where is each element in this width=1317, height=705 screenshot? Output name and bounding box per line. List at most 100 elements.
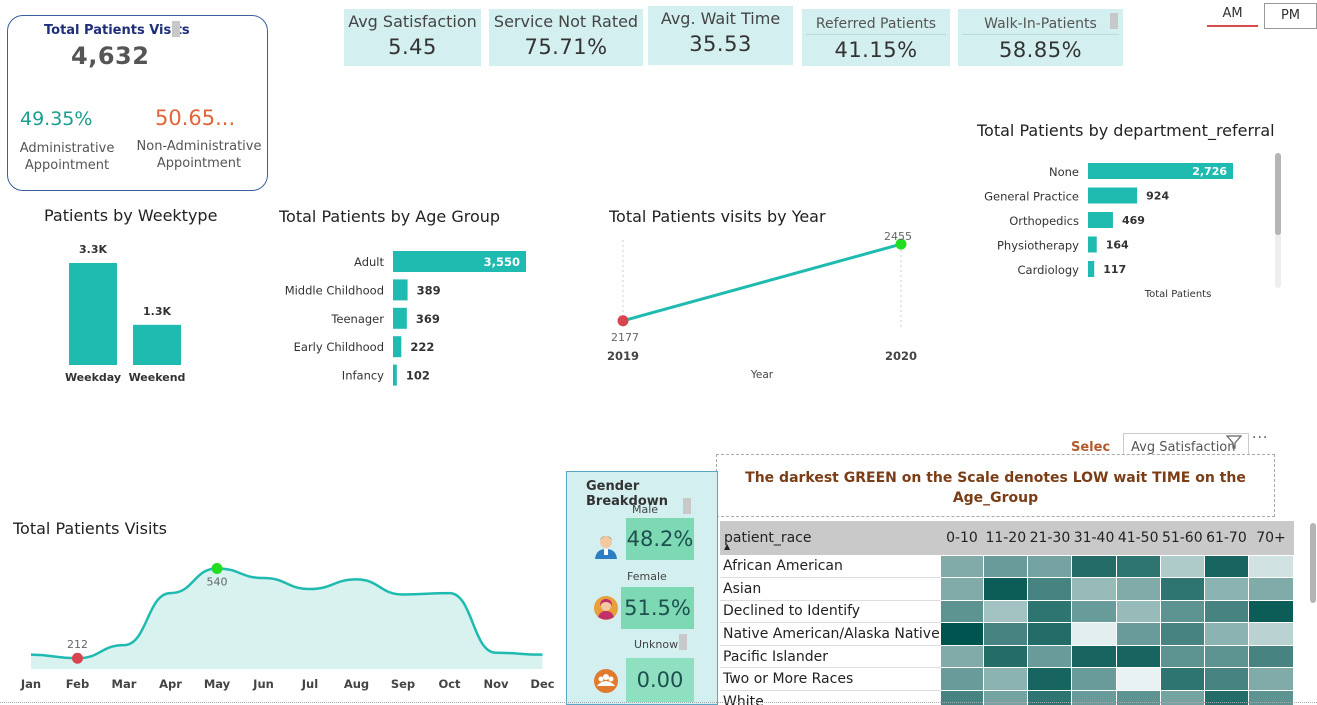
- matrix-cell[interactable]: [1159, 577, 1205, 601]
- matrix-column-header[interactable]: 31-40: [1071, 521, 1117, 555]
- matrix-column-header[interactable]: 21-30: [1027, 521, 1072, 555]
- matrix-cell[interactable]: [1203, 577, 1249, 601]
- kpi-title: Avg. Wait Time: [660, 9, 781, 28]
- kpi-value: 58.85%: [998, 38, 1083, 62]
- matrix-cell[interactable]: [939, 622, 985, 646]
- matrix-cell[interactable]: [1203, 622, 1249, 646]
- matrix-cell[interactable]: [1247, 622, 1294, 646]
- sort-ascending-icon[interactable]: ▲: [724, 542, 730, 551]
- matrix-cell[interactable]: [1203, 644, 1249, 669]
- matrix-cell[interactable]: [1027, 577, 1073, 601]
- matrix-cell[interactable]: [939, 577, 985, 601]
- department-bar: [1088, 236, 1097, 253]
- matrix-column-header[interactable]: 70+: [1248, 521, 1294, 555]
- year-tick-label: 2019: [607, 349, 639, 363]
- weektype-category-label: Weekend: [129, 371, 186, 384]
- monthly-tick-label: Nov: [483, 677, 509, 691]
- male-label: Male: [632, 503, 659, 516]
- matrix-cell[interactable]: [939, 599, 985, 624]
- matrix-cell[interactable]: [983, 554, 1029, 579]
- matrix-cell[interactable]: [1159, 667, 1205, 692]
- matrix-cell[interactable]: [1203, 554, 1249, 579]
- matrix-column-header[interactable]: 11-20: [983, 521, 1028, 555]
- matrix-cell[interactable]: [1159, 554, 1205, 579]
- matrix-cell[interactable]: [939, 554, 985, 579]
- matrix-cell[interactable]: [1159, 644, 1205, 669]
- matrix-cell[interactable]: [1247, 667, 1294, 692]
- matrix-row[interactable]: Declined to Identify: [720, 599, 1294, 624]
- kpi-title: Avg Satisfaction: [348, 12, 477, 31]
- matrix-cell[interactable]: [983, 667, 1029, 692]
- matrix-cell[interactable]: [1247, 644, 1294, 669]
- matrix-row[interactable]: Asian: [720, 577, 1294, 601]
- matrix-cell[interactable]: [1159, 622, 1205, 646]
- matrix-cell[interactable]: [1115, 622, 1161, 646]
- matrix-cell[interactable]: [1071, 599, 1117, 624]
- matrix-cell[interactable]: [1027, 599, 1073, 624]
- matrix-cell[interactable]: [983, 599, 1029, 624]
- matrix-row-header[interactable]: patient_race ▲: [720, 521, 941, 555]
- matrix-row[interactable]: Pacific Islander: [720, 644, 1294, 669]
- matrix-cell[interactable]: [1027, 622, 1073, 646]
- matrix-cell[interactable]: [1027, 554, 1073, 579]
- matrix-cell[interactable]: [1115, 577, 1161, 601]
- matrix-cell[interactable]: [1115, 644, 1161, 669]
- kpi-walk-in-patients[interactable]: Walk-In-Patients 58.85%: [958, 9, 1123, 66]
- matrix-column-header[interactable]: 41-50: [1116, 521, 1161, 555]
- matrix-cell[interactable]: [1071, 577, 1117, 601]
- matrix-cell[interactable]: [1071, 667, 1117, 692]
- matrix-row[interactable]: African American: [720, 554, 1294, 579]
- age-group-bar: [393, 336, 402, 358]
- matrix-scrollbar[interactable]: [1310, 523, 1316, 603]
- matrix-column-header[interactable]: 0-10: [940, 521, 984, 555]
- department-bar: [1088, 187, 1138, 204]
- matrix-cell[interactable]: [1203, 599, 1249, 624]
- matrix-cell[interactable]: [939, 667, 985, 692]
- department-data-label: 164: [1106, 239, 1129, 252]
- monthly-tick-label: Mar: [112, 677, 137, 691]
- matrix-cell[interactable]: [1247, 599, 1294, 624]
- male-avatar-icon: [595, 536, 617, 559]
- monthly-tick-label: Jul: [301, 677, 318, 691]
- department-bar: [1088, 261, 1095, 277]
- year-tick-label: 2020: [885, 349, 917, 363]
- matrix-row[interactable]: Native American/Alaska Native: [720, 622, 1294, 646]
- kpi-value: 35.53: [689, 32, 752, 56]
- kpi-referred-patients[interactable]: Referred Patients 41.15%: [802, 9, 950, 66]
- am-slicer-button[interactable]: AM: [1207, 3, 1258, 27]
- matrix-cell[interactable]: [1247, 554, 1294, 579]
- matrix-cell[interactable]: [1071, 622, 1117, 646]
- department-scrollbar-thumb[interactable]: [1275, 153, 1281, 235]
- total-visits-card: Total Patients Visits 4,632 49.35% 50.65…: [7, 15, 268, 191]
- matrix-cell[interactable]: [1247, 577, 1294, 601]
- matrix-cell[interactable]: [1203, 667, 1249, 692]
- matrix-cell[interactable]: [1071, 644, 1117, 669]
- year-axis-title: Year: [750, 369, 774, 381]
- pm-slicer-button[interactable]: PM: [1264, 3, 1317, 29]
- matrix-column-header[interactable]: 61-70: [1204, 521, 1249, 555]
- kpi-service-not-rated[interactable]: Service Not Rated 75.71%: [489, 9, 643, 66]
- matrix-header-row: patient_race ▲ 0-10 11-20 21-30 31-40 41-50 5…: [720, 521, 1294, 555]
- matrix-cell[interactable]: [939, 644, 985, 669]
- filter-icon[interactable]: [1225, 434, 1243, 450]
- age-group-data-label: 369: [416, 312, 440, 326]
- department-scrollbar[interactable]: [1275, 153, 1281, 288]
- gender-breakdown-card: Gender Breakdown Male 48.2% Female 51.5%…: [566, 471, 718, 705]
- kpi-avg-satisfaction[interactable]: Avg Satisfaction 5.45: [344, 9, 481, 66]
- matrix-cell[interactable]: [983, 622, 1029, 646]
- page-divider: [0, 702, 1317, 703]
- matrix-cell[interactable]: [1027, 644, 1073, 669]
- matrix-row[interactable]: Two or More Races: [720, 667, 1294, 692]
- matrix-cell[interactable]: [1115, 599, 1161, 624]
- matrix-cell[interactable]: [983, 577, 1029, 601]
- more-options-icon[interactable]: ···: [1252, 430, 1268, 446]
- age-group-data-label: 222: [410, 340, 434, 354]
- matrix-column-header[interactable]: 51-60: [1160, 521, 1205, 555]
- matrix-cell[interactable]: [1159, 599, 1205, 624]
- matrix-cell[interactable]: [1115, 667, 1161, 692]
- matrix-cell[interactable]: [983, 644, 1029, 669]
- matrix-cell[interactable]: [1115, 554, 1161, 579]
- matrix-cell[interactable]: [1027, 667, 1073, 692]
- matrix-cell[interactable]: [1071, 554, 1117, 579]
- kpi-avg-wait-time[interactable]: Avg. Wait Time 35.53: [648, 6, 793, 65]
